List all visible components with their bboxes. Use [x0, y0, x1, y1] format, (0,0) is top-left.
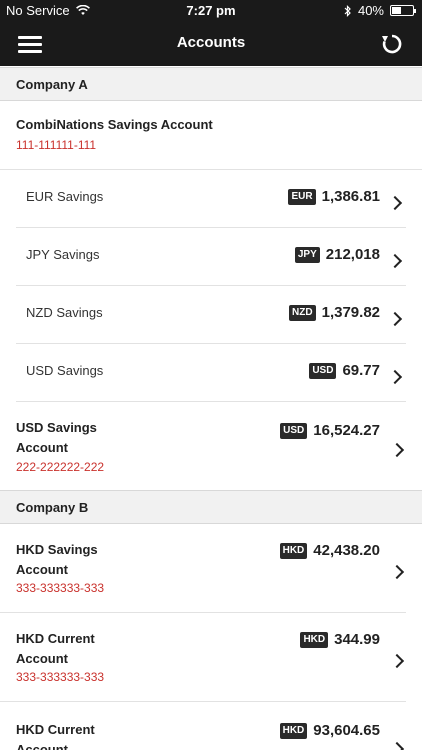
account-balance: HKD 93,604.65 — [279, 722, 380, 739]
account-name-line1: USD Savings — [16, 420, 97, 435]
balance-amount: 16,524.27 — [313, 422, 380, 439]
battery-text: 40% — [357, 3, 384, 18]
bluetooth-icon — [344, 4, 351, 17]
account-name-line2: Account — [16, 651, 68, 666]
top-bar: No Service 7:27 pm 40% Accounts — [0, 0, 422, 66]
sub-account-balance: NZD 1,379.82 — [289, 304, 380, 321]
account-number: 333-333333-333 — [16, 670, 105, 684]
account-number: 333-333333-333 — [16, 581, 105, 595]
balance-amount: 42,438.20 — [313, 542, 380, 559]
status-bar: No Service 7:27 pm 40% — [0, 0, 422, 22]
account-row-hkd-savings[interactable]: HKD Savings Account 333-333333-333 HKD 4… — [0, 524, 406, 613]
account-balance: USD 16,524.27 — [280, 422, 380, 439]
balance-amount: 344.99 — [334, 631, 380, 648]
currency-badge: USD — [280, 422, 308, 439]
balance-amount: 69.77 — [342, 362, 380, 379]
account-name-line2: Account — [16, 440, 68, 455]
chevron-right-icon — [389, 653, 405, 669]
currency-badge: HKD — [279, 542, 308, 559]
account-name-line1: HKD Savings — [16, 542, 98, 557]
sub-account-balance: JPY 212,018 — [294, 246, 380, 263]
battery-icon — [390, 5, 416, 16]
sub-account-name: EUR Savings — [26, 189, 104, 204]
currency-badge: JPY — [294, 246, 320, 263]
sub-account-name: USD Savings — [26, 363, 104, 378]
account-row-hkd-current-2[interactable]: HKD Current Account HKD 93,604.65 — [0, 702, 406, 750]
account-row-usd-savings[interactable]: USD Savings Account 222-222222-222 USD 1… — [0, 402, 422, 490]
nav-bar: Accounts — [0, 22, 422, 66]
refresh-icon[interactable] — [380, 32, 404, 56]
chevron-right-icon — [389, 442, 405, 458]
chevron-right-icon — [389, 564, 405, 580]
sub-account-row-jpy[interactable]: JPY Savings JPY 212,018 — [16, 228, 406, 286]
account-name-line1: HKD Current — [16, 722, 95, 737]
currency-badge: HKD — [279, 722, 308, 739]
account-balance: HKD 344.99 — [300, 631, 380, 648]
sub-account-name: JPY Savings — [26, 247, 100, 262]
account-number: 222-222222-222 — [16, 460, 105, 474]
account-row-hkd-current[interactable]: HKD Current Account 333-333333-333 HKD 3… — [0, 613, 406, 702]
chevron-right-icon — [387, 311, 403, 327]
sub-account-name: NZD Savings — [26, 305, 103, 320]
sub-account-row-usd[interactable]: USD Savings USD 69.77 — [16, 344, 406, 402]
currency-badge: USD — [309, 362, 337, 379]
currency-badge: NZD — [289, 304, 316, 321]
balance-amount: 1,386.81 — [321, 188, 380, 205]
account-name-line2: Account — [16, 742, 68, 750]
balance-amount: 93,604.65 — [313, 722, 380, 739]
chevron-right-icon — [387, 253, 403, 269]
account-row-combinations[interactable]: CombiNations Savings Account 111-111111-… — [0, 101, 422, 170]
account-name-line2: Account — [16, 562, 68, 577]
account-name-line1: HKD Current — [16, 631, 95, 646]
chevron-right-icon — [387, 195, 403, 211]
status-right: 40% — [344, 3, 416, 18]
currency-badge: HKD — [300, 631, 329, 648]
sub-account-balance: USD 69.77 — [309, 362, 380, 379]
account-name: CombiNations Savings Account — [16, 117, 213, 132]
balance-amount: 212,018 — [325, 246, 380, 263]
section-header-company-b: Company B — [0, 490, 422, 524]
account-balance: HKD 42,438.20 — [279, 542, 380, 559]
account-number: 111-111111-111 — [16, 138, 97, 152]
chevron-right-icon — [387, 369, 403, 385]
section-header-company-a: Company A — [0, 67, 422, 101]
sub-account-row-nzd[interactable]: NZD Savings NZD 1,379.82 — [16, 286, 406, 344]
balance-amount: 1,379.82 — [321, 304, 380, 321]
sub-account-row-eur[interactable]: EUR Savings EUR 1,386.81 — [16, 170, 406, 228]
sub-account-balance: EUR 1,386.81 — [288, 188, 380, 205]
currency-badge: EUR — [288, 188, 316, 205]
page-title: Accounts — [176, 34, 246, 51]
chevron-right-icon — [389, 741, 405, 750]
